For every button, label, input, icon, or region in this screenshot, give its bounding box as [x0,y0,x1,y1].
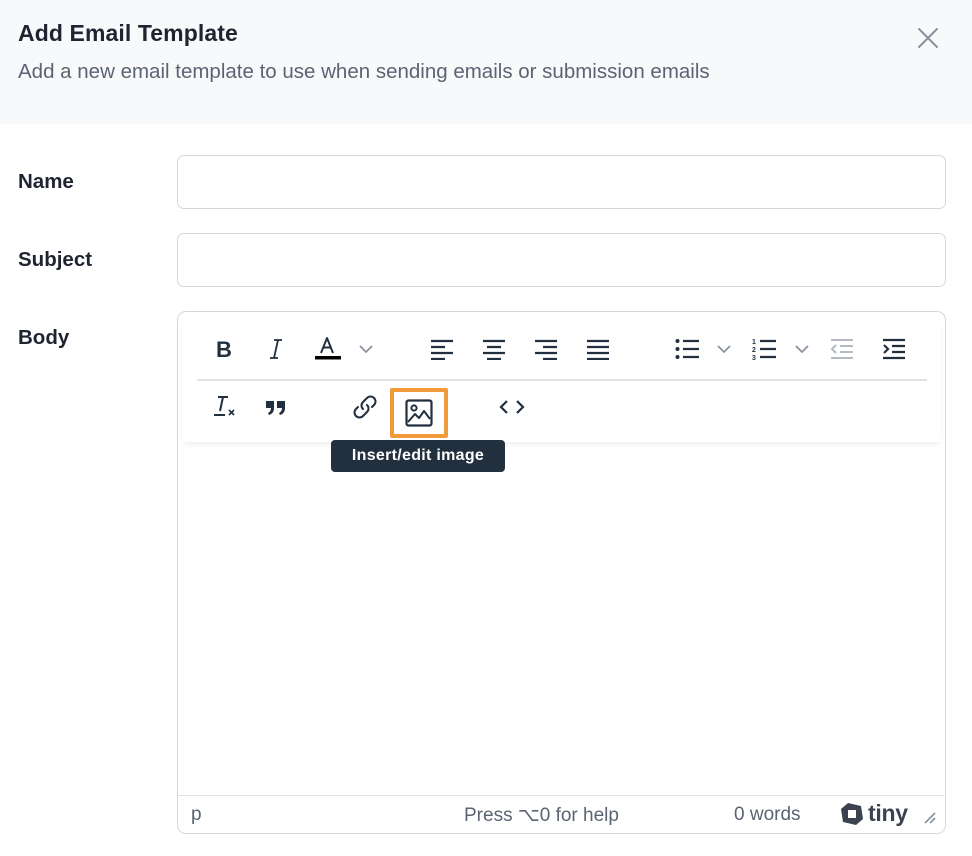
name-label: Name [18,170,74,193]
align-justify-icon [587,339,609,360]
numbered-list-button[interactable]: 1 2 3 [746,331,782,367]
link-button[interactable] [347,389,383,425]
dialog-subtitle: Add a new email template to use when sen… [18,60,710,83]
align-left-button[interactable] [424,331,460,367]
align-center-button[interactable] [476,331,512,367]
element-path[interactable]: p [191,804,202,826]
code-icon [499,400,525,414]
svg-text:3: 3 [752,355,756,361]
editor-toolbar: B 1 2 3 [182,316,941,442]
name-input[interactable] [177,155,946,209]
chevron-down-icon [359,345,373,354]
svg-text:B: B [216,337,232,361]
bullet-list-dropdown[interactable] [714,331,734,367]
blockquote-icon [266,401,285,415]
bold-button[interactable]: B [206,331,242,367]
link-icon [353,395,377,419]
dialog-title: Add Email Template [18,20,238,46]
italic-icon [270,339,282,359]
tiny-logo-icon [841,802,863,825]
align-left-icon [431,339,453,360]
subject-input[interactable] [177,233,946,287]
rich-text-editor[interactable]: B 1 2 3 p Press ⌥0 for help 0 words tiny [177,311,946,834]
body-label: Body [18,326,70,349]
italic-button[interactable] [258,331,294,367]
numbered-list-icon: 1 2 3 [752,339,776,361]
dialog-header: Add Email Template Add a new email templ… [0,0,972,124]
text-color-icon [315,337,341,360]
clear-formatting-button[interactable] [206,389,242,425]
chevron-down-icon [795,345,809,354]
source-code-button[interactable] [494,389,530,425]
outdent-icon [830,339,853,359]
clear-formatting-icon [214,396,235,416]
align-right-button[interactable] [528,331,564,367]
close-button[interactable] [912,22,944,54]
text-color-dropdown[interactable] [356,331,376,367]
tiny-brand-text: tiny [868,800,908,826]
toolbar-divider [197,379,927,381]
align-justify-button[interactable] [580,331,616,367]
tiny-brand-link[interactable]: tiny [840,800,908,827]
align-right-icon [535,339,557,360]
help-hint: Press ⌥0 for help [464,805,619,826]
resize-grip-icon [924,812,936,824]
numbered-list-dropdown[interactable] [792,331,812,367]
tooltip: Insert/edit image [331,440,505,472]
text-color-button[interactable] [310,331,346,367]
align-center-icon [483,339,505,360]
resize-handle[interactable] [922,810,936,824]
svg-text:1: 1 [752,339,756,346]
chevron-down-icon [717,345,731,354]
editor-statusbar: p Press ⌥0 for help 0 words tiny [178,795,944,833]
outdent-button[interactable] [824,331,860,367]
indent-button[interactable] [876,331,912,367]
svg-text:2: 2 [752,347,756,354]
bullet-list-button[interactable] [669,331,705,367]
bold-icon: B [216,337,232,361]
word-count[interactable]: 0 words [734,804,801,826]
image-button-highlight [390,388,448,438]
blockquote-button[interactable] [258,389,294,425]
close-icon [918,28,938,48]
indent-icon [883,338,905,360]
subject-label: Subject [18,248,93,271]
bullet-list-icon [675,339,699,359]
